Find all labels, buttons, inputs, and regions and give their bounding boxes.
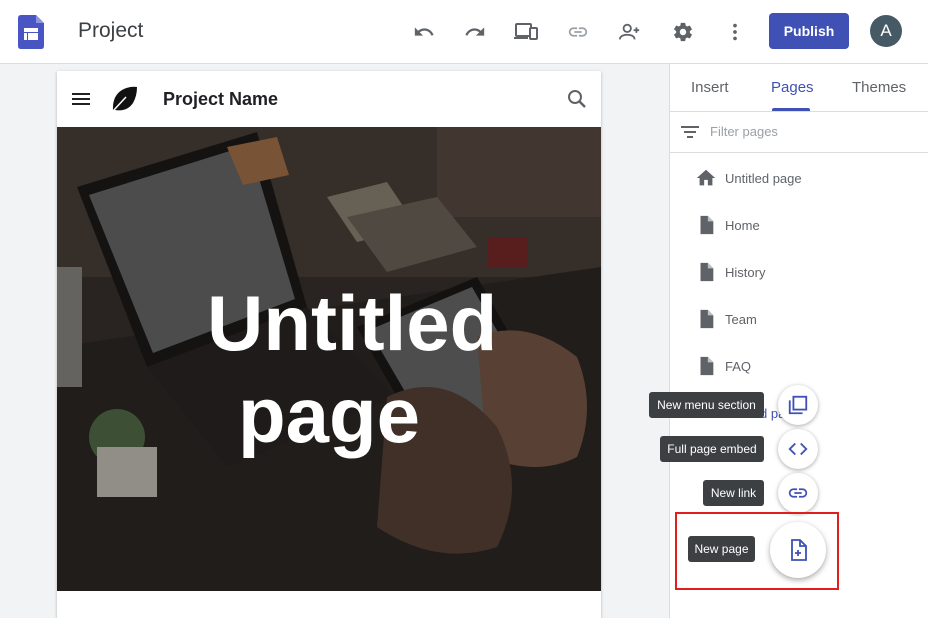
- page-icon: [700, 215, 714, 235]
- tab-pages[interactable]: Pages: [771, 79, 814, 96]
- hero-banner[interactable]: Untitled page: [57, 127, 601, 591]
- filter-pages-input[interactable]: Filter pages: [710, 124, 778, 139]
- page-icon: [700, 262, 714, 282]
- page-item-label: Untitled page: [725, 171, 802, 186]
- page-item-label: Home: [725, 218, 760, 233]
- share-person-add-icon[interactable]: [614, 16, 646, 48]
- page-icon: [700, 309, 714, 329]
- page-item-label: FAQ: [725, 359, 752, 374]
- new-menu-section-button[interactable]: [778, 385, 818, 425]
- new-link-button[interactable]: [778, 473, 818, 513]
- top-app-bar: Project Publish A: [0, 0, 928, 64]
- new-menu-section-tooltip: New menu section: [649, 392, 764, 418]
- site-name[interactable]: Project Name: [163, 89, 278, 110]
- link-icon[interactable]: [562, 16, 594, 48]
- page-item-team[interactable]: Team: [670, 300, 928, 340]
- code-embed-icon: [788, 442, 808, 456]
- page-item-untitled[interactable]: Untitled page: [670, 159, 928, 199]
- hero-title[interactable]: Untitled page: [57, 277, 601, 461]
- hamburger-menu-icon[interactable]: [69, 87, 93, 111]
- settings-gear-icon[interactable]: [667, 16, 699, 48]
- new-menu-section-icon: [788, 395, 808, 415]
- new-link-tooltip: New link: [703, 480, 764, 506]
- site-preview-canvas[interactable]: Project Name Untitled page: [57, 71, 601, 618]
- preview-devices-icon[interactable]: [510, 16, 542, 48]
- leaf-logo-icon[interactable]: [109, 84, 139, 114]
- filter-pages-row[interactable]: Filter pages: [670, 112, 928, 153]
- full-page-embed-tooltip: Full page embed: [660, 436, 764, 462]
- page-item-faq[interactable]: FAQ: [670, 347, 928, 387]
- tab-themes[interactable]: Themes: [852, 79, 906, 96]
- undo-icon[interactable]: [408, 16, 440, 48]
- page-item-label: Team: [725, 312, 757, 327]
- avatar[interactable]: A: [870, 15, 902, 47]
- page-icon: [700, 356, 714, 376]
- site-header: Project Name: [57, 71, 601, 127]
- home-icon: [696, 169, 716, 186]
- page-item-history[interactable]: History: [670, 253, 928, 293]
- publish-button[interactable]: Publish: [769, 13, 849, 49]
- sites-logo-icon[interactable]: [18, 15, 44, 49]
- filter-icon: [681, 126, 699, 138]
- highlight-annotation-box: [675, 512, 839, 590]
- more-vert-icon[interactable]: [719, 16, 751, 48]
- page-item-home[interactable]: Home: [670, 206, 928, 246]
- app-title[interactable]: Project: [78, 19, 143, 43]
- tab-insert[interactable]: Insert: [691, 79, 729, 96]
- search-icon[interactable]: [565, 87, 589, 111]
- redo-icon[interactable]: [459, 16, 491, 48]
- panel-tabs: Insert Pages Themes: [670, 64, 928, 112]
- active-tab-indicator: [772, 108, 810, 111]
- full-page-embed-button[interactable]: [778, 429, 818, 469]
- link-icon: [788, 488, 808, 498]
- page-item-label: History: [725, 265, 766, 280]
